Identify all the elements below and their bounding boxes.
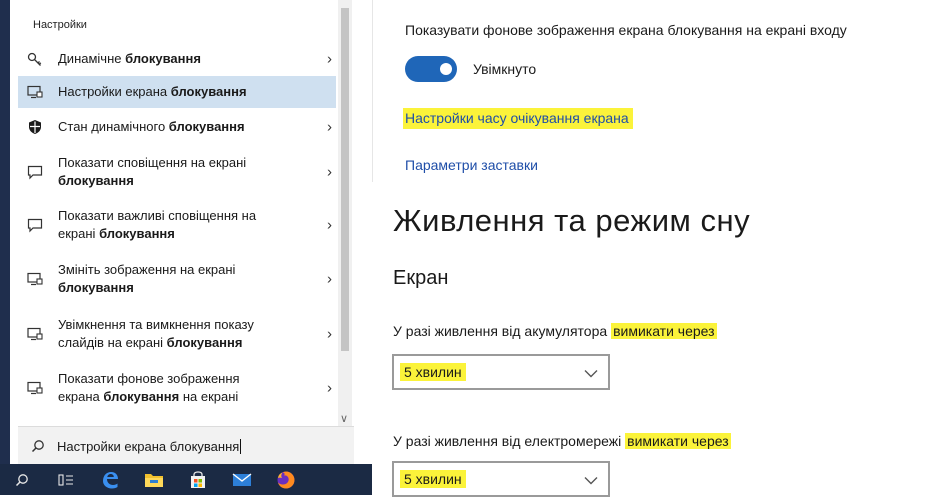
result-change-lock-image[interactable]: Змініть зображення на екрані блокування › [18, 257, 336, 301]
chevron-right-icon: › [327, 270, 332, 288]
chevron-right-icon: › [327, 325, 332, 343]
result-show-notifications[interactable]: Показати сповіщення на екрані блокування … [18, 150, 336, 194]
mail-icon[interactable] [220, 464, 264, 495]
result-label: Показати сповіщення на екрані блокування [58, 155, 247, 188]
screen-subsection-title: Екран [393, 267, 449, 289]
result-slideshow-toggle[interactable]: Увімкнення та вимкнення показу слайдів на… [18, 312, 336, 356]
chevron-right-icon: › [327, 216, 332, 234]
search-box[interactable]: Настройки екрана блокування [18, 426, 354, 465]
search-icon[interactable] [0, 464, 44, 495]
message-icon [26, 165, 44, 180]
result-show-important-notifications[interactable]: Показати важливі сповіщення на екрані бло… [18, 203, 336, 247]
lock-background-toggle-label: Показувати фонове зображення екрана блок… [405, 22, 847, 38]
lock-background-toggle[interactable] [405, 56, 457, 82]
file-explorer-icon[interactable] [132, 464, 176, 495]
key-icon [26, 51, 44, 67]
ac-timeout-label: У разі живлення від електромережі вимика… [393, 433, 731, 449]
battery-timeout-dropdown[interactable]: 5 хвилин [392, 354, 610, 390]
result-lock-screen-settings[interactable]: Настройки екрана блокування [18, 76, 336, 108]
monitor-lock-icon [26, 327, 44, 341]
screensaver-settings-link[interactable]: Параметри заставки [405, 157, 538, 173]
message-icon [26, 218, 44, 233]
battery-timeout-value: 5 хвилин [400, 363, 466, 381]
scrollbar-thumb[interactable] [341, 8, 349, 351]
result-label: Увімкнення та вимкнення показу слайдів на… [58, 317, 254, 350]
toggle-state-label: Увімкнуто [473, 61, 537, 77]
monitor-lock-icon [26, 85, 44, 99]
chevron-right-icon: › [327, 379, 332, 397]
chevron-right-icon: › [327, 50, 332, 68]
result-label: Показати фонове зображення екрана блокува… [58, 371, 240, 404]
result-label: Настройки екрана блокування [58, 84, 247, 99]
result-label: Динамічне блокування [58, 51, 201, 66]
shield-icon [26, 119, 44, 135]
search-icon [31, 439, 45, 453]
toggle-knob [440, 63, 452, 75]
screen-timeout-settings-link[interactable]: Настройки часу очікування екрана [403, 108, 633, 129]
edge-icon[interactable] [88, 464, 132, 495]
chevron-right-icon: › [327, 163, 332, 181]
ac-timeout-dropdown[interactable]: 5 хвилин [392, 461, 610, 497]
search-input[interactable]: Настройки екрана блокування [57, 438, 242, 454]
result-label: Стан динамічного блокування [58, 119, 245, 134]
chevron-down-icon [584, 472, 598, 490]
result-label: Показати важливі сповіщення на екрані бло… [58, 208, 257, 241]
task-view-icon[interactable] [44, 464, 88, 495]
search-results-panel: Настройки Динамічне блокування › Настрой… [0, 0, 372, 495]
ac-timeout-value: 5 хвилин [400, 470, 466, 488]
results-header: Настройки [33, 19, 87, 31]
monitor-lock-icon [26, 272, 44, 286]
chevron-right-icon: › [327, 118, 332, 136]
panel-divider [372, 0, 373, 182]
store-icon[interactable] [176, 464, 220, 495]
battery-timeout-label: У разі живлення від акумулятора вимикати… [393, 323, 717, 339]
firefox-icon[interactable] [264, 464, 308, 495]
scroll-down-icon[interactable]: ∨ [340, 412, 348, 425]
result-dynamic-lock[interactable]: Динамічне блокування › [18, 45, 336, 73]
result-show-background-image[interactable]: Показати фонове зображення екрана блокува… [18, 366, 336, 410]
result-label: Змініть зображення на екрані блокування [58, 262, 236, 295]
taskbar [0, 464, 372, 495]
page-section-title: Живлення та режим сну [393, 203, 751, 238]
chevron-down-icon [584, 365, 598, 383]
result-dynamic-lock-status[interactable]: Стан динамічного блокування › [18, 112, 336, 142]
start-accent-strip [0, 0, 10, 495]
monitor-lock-icon [26, 381, 44, 395]
